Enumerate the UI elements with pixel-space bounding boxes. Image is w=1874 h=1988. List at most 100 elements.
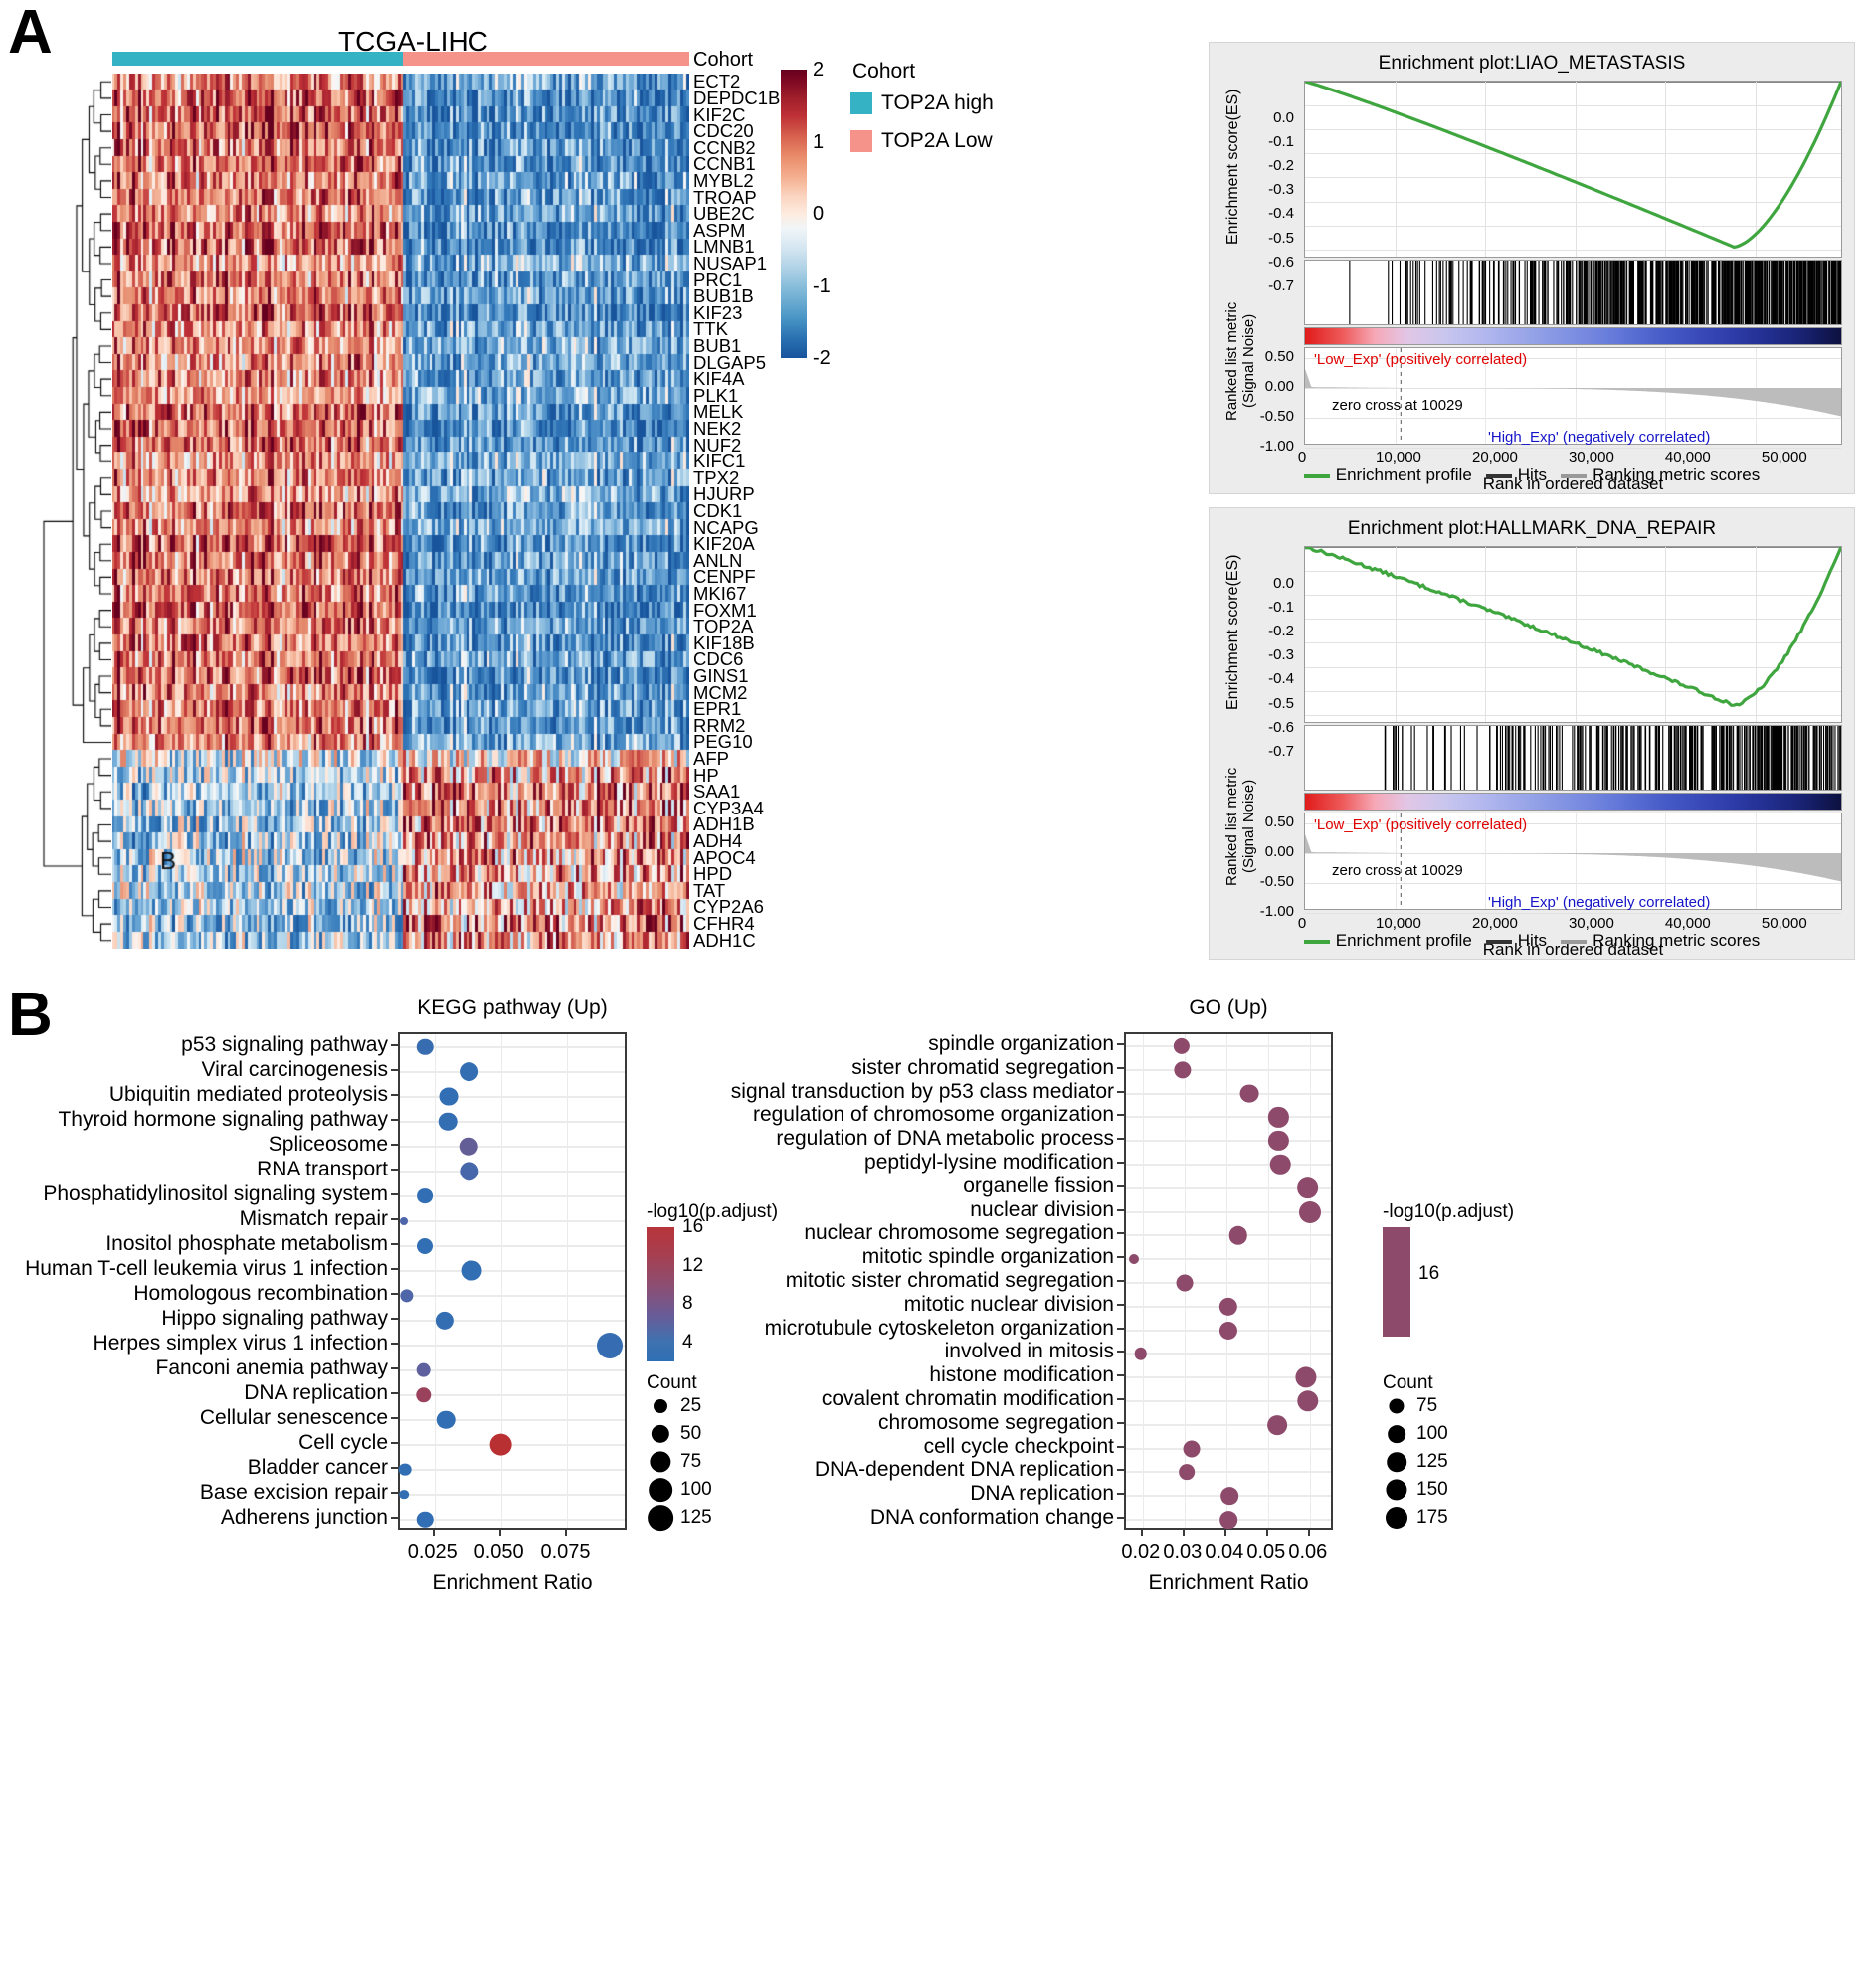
dotplot-size-legend-label: 75 [1416,1395,1438,1416]
panel-label-a: A [8,0,53,67]
dotplot-axis-tickmark [1117,1090,1124,1093]
dotplot-category-label: peptidyl-lysine modification [864,1150,1114,1174]
dotplot-category-label: mitotic nuclear division [903,1292,1114,1316]
gsea-y-axis-label-es: Enrichment score(ES) [1224,554,1241,711]
dotplot-category-label: regulation of DNA metabolic process [776,1127,1114,1151]
dotplot-gridline [1126,1116,1331,1119]
panel-c-gsea: C Enrichment plot:LIAO_METASTASISEnrichm… [1154,0,1874,985]
dotplot-color-legend-bar [1383,1227,1410,1337]
gsea-positively-correlated-label: 'Low_Exp' (positively correlated) [1314,351,1528,368]
gsea-y-axis-label-metric: Ranked list metric (Signal Noise) [1222,301,1257,421]
gsea-es-tick: -0.2 [1268,623,1294,640]
go-dotplot: GO (Up) spindle organization sister chroma… [0,985,1874,1988]
gsea-legend-item: Ranking metric scores [1561,931,1760,951]
dotplot-point [1298,1200,1321,1223]
gsea-es-tick: -0.5 [1268,694,1294,712]
gsea-legend-swatch [1303,939,1330,944]
dotplot-category-label: regulation of chromosome organization [752,1103,1114,1127]
gsea-legend-item: Enrichment profile [1303,465,1472,485]
gsea-x-tick: 50,000 [1761,450,1807,466]
dotplot-axis-tickmark [1117,1303,1124,1306]
dotplot-category-label: DNA replication [970,1482,1114,1506]
dotplot-point [1219,1511,1237,1529]
cohort-legend-title: Cohort [852,60,916,83]
gsea-legend-item: Hits [1485,465,1547,485]
dotplot-gridline [1126,1447,1331,1450]
gsea-legend-item: Enrichment profile [1303,931,1472,951]
gsea-y-axis-label-es: Enrichment score(ES) [1224,89,1241,246]
gene-dendrogram [40,74,111,949]
dotplot-x-tick-label: 0.03 [1163,1541,1203,1563]
dotplot-axis-tickmark [1117,1280,1124,1282]
cohort-annotation-bar [112,52,689,66]
dotplot-category-label: sister chromatid segregation [851,1055,1114,1079]
gsea-x-tick: 0 [1297,450,1307,466]
dotplot-gridline [1309,1034,1311,1528]
dotplot-point [1134,1348,1147,1360]
dotplot-x-axis-title: Enrichment Ratio [1148,1571,1309,1594]
dotplot-point [1218,1297,1238,1316]
dotplot-point [1173,1037,1190,1055]
gsea-rank-colorstrip [1304,327,1842,345]
colorbar-tick: -1 [813,274,831,297]
gsea-x-tick: 10,000 [1376,915,1421,932]
gsea-metric-tick: -0.50 [1259,408,1294,425]
dotplot-size-legend-label: 150 [1416,1479,1448,1500]
gsea-x-tick: 50,000 [1761,915,1807,932]
dotplot-gridline [1126,1353,1331,1355]
gsea-es-tick: -0.1 [1268,133,1294,151]
gsea-legend-label: Enrichment profile [1335,931,1472,950]
dotplot-size-legend-dot [1389,1398,1405,1414]
dotplot-gridline [1126,1423,1331,1426]
gsea-es-tick: -0.4 [1268,670,1294,688]
dotplot-color-legend-title: -log10(p.adjust) [1383,1201,1515,1222]
gsea-metric-tick: -0.50 [1259,873,1294,890]
dotplot-category-label: DNA-dependent DNA replication [814,1458,1114,1482]
gsea-es-tick: -0.7 [1268,742,1294,760]
dotplot-axis-tickmark [1117,1042,1124,1045]
gsea-positively-correlated-label: 'Low_Exp' (positively correlated) [1314,816,1528,833]
cohort-legend-label-low: TOP2A Low [881,129,993,152]
gsea-enrichment-curve [1305,82,1841,250]
gsea-es-tick: -0.3 [1268,646,1294,664]
dotplot-category-label: signal transduction by p53 class mediato… [730,1079,1114,1103]
dotplot-point [1218,1321,1237,1340]
dotplot-axis-tickmark [1117,1351,1124,1354]
gsea-metric-tick: 0.00 [1264,843,1294,860]
gsea-es-tick: -0.7 [1268,276,1294,294]
gsea-enrichment-curve-panel [1304,81,1842,258]
cohort-segment-high [112,52,403,66]
gsea-legend-label: Enrichment profile [1335,465,1472,484]
dotplot-axis-tickmark [1117,1232,1124,1235]
gsea-metric-tick: -1.00 [1259,438,1294,454]
dotplot-axis-tickmark [1117,1256,1124,1259]
dotplot-size-legend-dot [1387,1452,1406,1472]
dotplot-axis-tickmark [1117,1161,1124,1164]
dotplot-axis-tickmark [1117,1493,1124,1496]
dotplot-gridline [1126,1092,1331,1095]
gsea-es-tick: -0.2 [1268,157,1294,175]
gsea-gridline [1305,913,1841,914]
cohort-swatch-high [850,92,872,114]
gsea-es-tick: -0.5 [1268,229,1294,247]
gsea-es-tick: -0.6 [1268,253,1294,271]
gsea-metric-tick: 0.50 [1264,348,1294,365]
gsea-enrichment-curve [1305,547,1841,707]
dotplot-axis-tickmark [1117,1445,1124,1448]
gsea-legend: Enrichment profile Hits Ranking metric sco… [1210,465,1854,485]
dotplot-axis-tickmark [1117,1066,1124,1069]
dotplot-point [1176,1274,1194,1292]
cohort-legend: Cohort TOP2A high TOP2A Low [850,60,1109,167]
dotplot-x-tick-label: 0.06 [1288,1541,1328,1563]
dotplot-x-tick-label: 0.04 [1205,1541,1244,1563]
gsea-legend-swatch [1485,939,1512,944]
dotplot-size-legend-label: 125 [1416,1451,1448,1472]
gsea-legend-item: Hits [1485,931,1547,951]
gsea-x-tick: 20,000 [1471,915,1518,932]
gsea-x-tick: 30,000 [1568,915,1614,932]
dotplot-point [1174,1061,1192,1079]
dotplot-size-legend-label: 175 [1416,1507,1448,1528]
gsea-title: Enrichment plot:HALLMARK_DNA_REPAIR [1347,518,1717,539]
dotplot-size-legend-title: Count [1383,1372,1433,1393]
dotplot-axis-tickmark [1182,1530,1185,1536]
